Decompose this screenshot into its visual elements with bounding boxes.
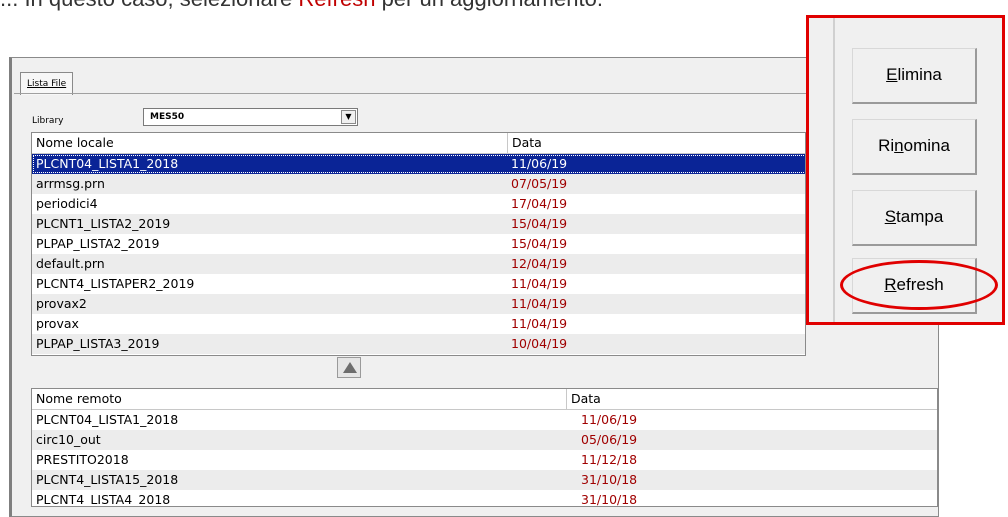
arrow-up-icon [343,362,357,373]
file-name: PLCNT1_LISTA2_2019 [36,216,171,231]
file-date: 11/04/19 [511,276,568,291]
remote-file-list[interactable]: Nome remoto Data PLCNT04_LISTA1_2018 11/0… [31,388,938,507]
file-date: 31/10/18 [581,492,638,507]
file-date: 07/05/19 [511,176,568,191]
file-name: default.prn [36,256,105,271]
elimina-mnemonic: E [886,65,898,84]
file-name: periodici4 [36,196,98,211]
file-name: PLPAP_LISTA3_2019 [36,336,160,351]
file-name: PLCNT04_LISTA1_2018 [36,156,179,171]
transfer-up-button[interactable] [337,357,361,378]
file-date: 11/04/19 [511,296,568,311]
local-file-row[interactable]: PLCNT04_LISTA1_2018 11/06/19 [32,154,805,174]
local-file-row[interactable]: PLPAP_LISTA2_2019 15/04/19 [32,234,805,254]
local-list-header: Nome locale Data [32,133,805,154]
remote-file-row[interactable]: PRESTITO2018 11/12/18 [32,450,937,470]
file-date: 15/04/19 [511,236,568,251]
tab-divider [14,93,934,94]
file-name: circ10_out [36,432,101,447]
local-file-row[interactable]: periodici4 17/04/19 [32,194,805,214]
file-name: PLCNT4_LISTA15_2018 [36,472,179,487]
library-label: Library [32,116,64,126]
chevron-down-icon[interactable]: ▼ [341,110,356,124]
local-file-list[interactable]: Nome locale Data PLCNT04_LISTA1_2018 11/0… [31,132,806,356]
rinomina-label: omina [903,136,950,155]
local-file-row[interactable]: PLPAP_LISTA3_2019 10/04/19 [32,334,805,354]
file-name: PLCNT4_LISTAPER2_2019 [36,276,195,291]
column-header-name[interactable]: Nome locale [32,133,507,153]
file-name: PRESTITO2018 [36,452,129,467]
file-date: 17/04/19 [511,196,568,211]
column-header-remote-date[interactable]: Data [566,389,937,409]
column-header-remote-name[interactable]: Nome remoto [32,389,566,409]
stampa-button[interactable]: Stampa [852,190,977,246]
rinomina-mnemonic: n [894,136,904,155]
file-date: 12/04/19 [511,256,568,271]
file-date: 11/12/18 [581,452,638,467]
local-file-row[interactable]: PLCNT4_LISTAPER2_2019 11/04/19 [32,274,805,294]
caption-text: ... In questo caso, selezionare [0,0,298,11]
local-file-row[interactable]: provax 11/04/19 [32,314,805,334]
rinomina-button[interactable]: Rinomina [852,119,977,175]
instruction-caption: ... In questo caso, selezionare Refresh … [0,0,603,12]
caption-text-end: per un aggiornamento. [375,0,603,11]
local-file-row[interactable]: default.prn 12/04/19 [32,254,805,274]
local-file-row[interactable]: arrmsg.prn 07/05/19 [32,174,805,194]
file-name: PLCNT04_LISTA1_2018 [36,412,179,427]
remote-file-row[interactable]: PLCNT4_LISTA15_2018 31/10/18 [32,470,937,490]
file-date: 11/04/19 [511,316,568,331]
tab-lista-file[interactable]: Lista File [20,72,74,95]
remote-list-header: Nome remoto Data [32,389,937,410]
stampa-mnemonic: S [884,207,897,226]
file-name: arrmsg.prn [36,176,105,191]
file-date: 05/06/19 [581,432,638,447]
file-date: 11/06/19 [581,412,638,427]
file-name: provax2 [36,296,87,311]
elimina-button[interactable]: Elimina [852,48,977,104]
library-value: MES50 [150,112,185,122]
panel-divider [833,18,835,322]
remote-file-row[interactable]: circ10_out 05/06/19 [32,430,937,450]
remote-file-row[interactable]: PLCNT04_LISTA1_2018 11/06/19 [32,410,937,430]
file-date: 10/04/19 [511,336,568,351]
file-name: PLPAP_LISTA2_2019 [36,236,160,251]
rinomina-label-start: Ri [878,136,895,155]
caption-highlight: Refresh [298,0,375,11]
library-select[interactable]: MES50 ▼ [143,108,358,126]
remote-file-row[interactable]: PLCNT4_LISTA4_2018 31/10/18 [32,490,937,507]
refresh-highlight-ring [840,260,998,310]
file-name: provax [36,316,79,331]
local-file-row[interactable]: PLCNT1_LISTA2_2019 15/04/19 [32,214,805,234]
file-date: 15/04/19 [511,216,568,231]
stampa-label: tampa [896,207,944,226]
file-date: 11/06/19 [511,156,568,171]
elimina-label: limina [897,65,942,84]
file-name: PLCNT4_LISTA4_2018 [36,492,171,507]
file-date: 31/10/18 [581,472,638,487]
column-header-date[interactable]: Data [507,133,805,153]
local-file-row[interactable]: provax2 11/04/19 [32,294,805,314]
